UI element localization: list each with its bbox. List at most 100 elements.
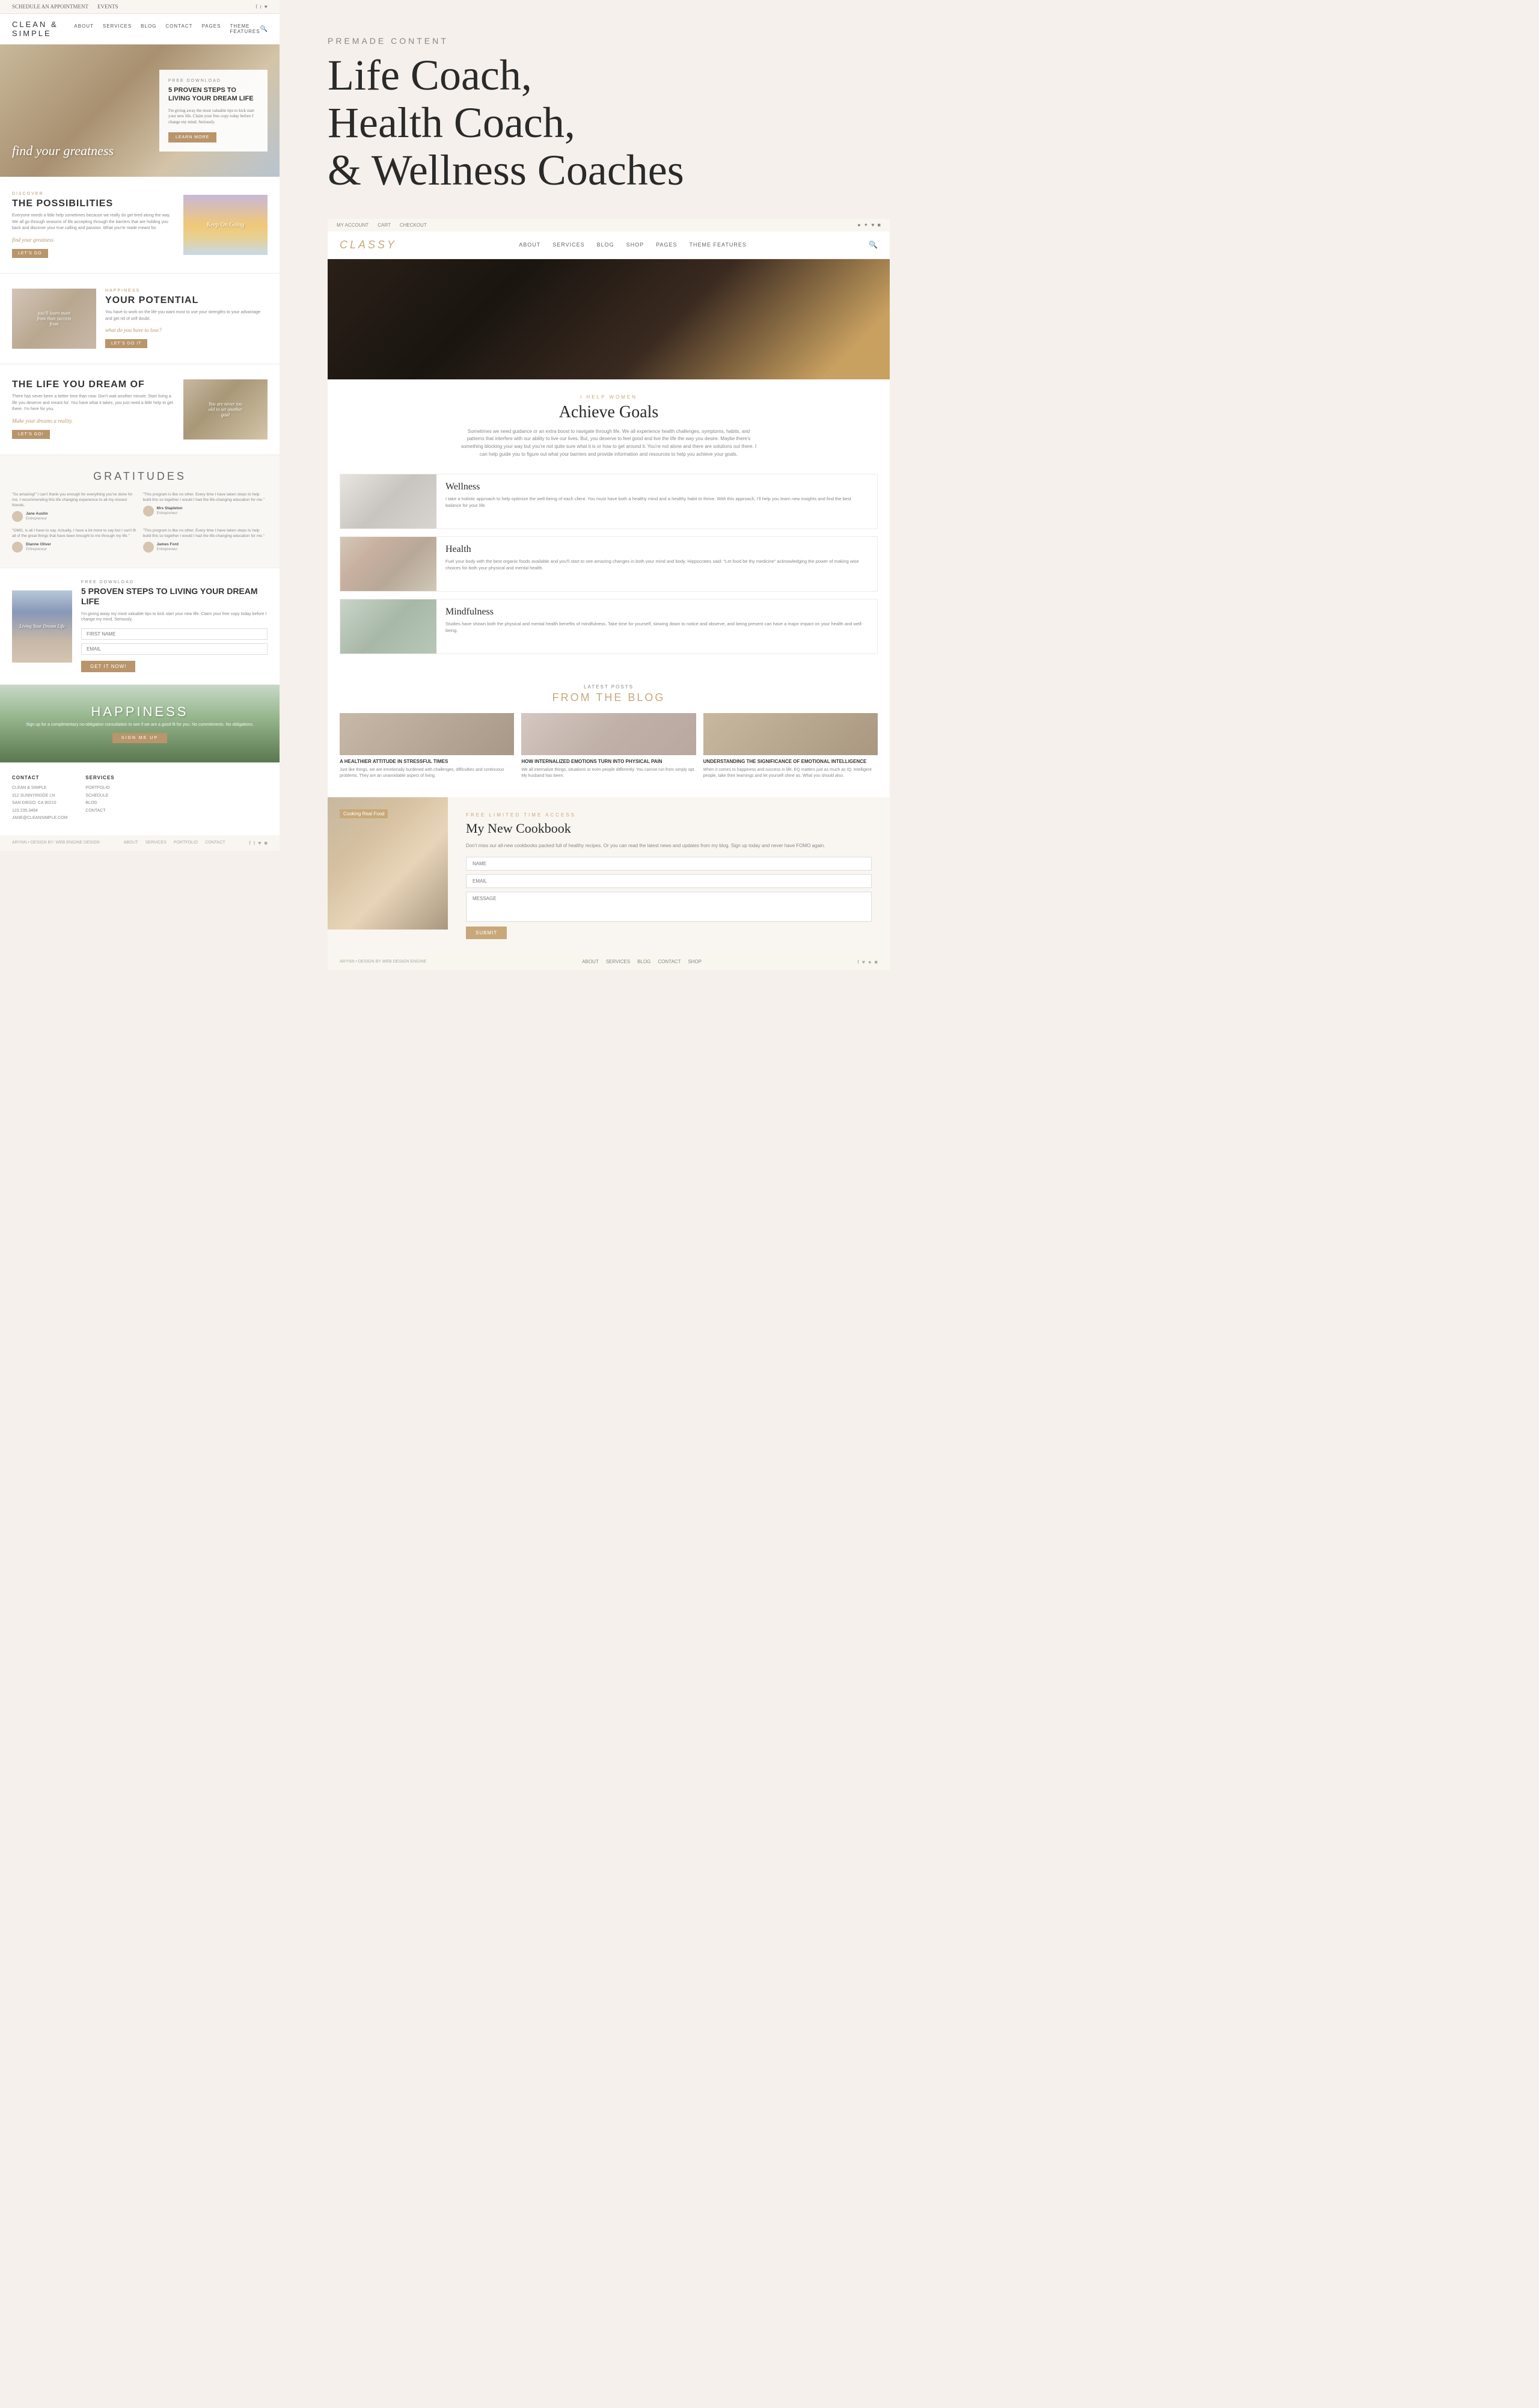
hero-download-box: FREE DOWNLOAD 5 PROVEN STEPS TO LIVING Y… bbox=[159, 70, 268, 152]
hero-free-label: FREE DOWNLOAD bbox=[168, 79, 259, 83]
footer-about-link[interactable]: ABOUT bbox=[124, 841, 138, 845]
classy-footer-about[interactable]: ABOUT bbox=[582, 959, 599, 964]
health-title: Health bbox=[445, 544, 868, 555]
footer-schedule[interactable]: SCHEDULE bbox=[85, 793, 114, 800]
classy-social-icons: ● ✦ ♥ ■ bbox=[857, 222, 881, 228]
premade-title-line2: Health Coach, bbox=[328, 99, 575, 147]
search-icon[interactable]: 🔍 bbox=[260, 26, 268, 32]
wellness-image bbox=[340, 474, 436, 528]
blog-title: FROM THE BLOG bbox=[340, 691, 878, 704]
author-2-name: Mrs Stapleton bbox=[157, 506, 183, 511]
possibilities-btn[interactable]: LET'S GO bbox=[12, 249, 48, 258]
cta-free-label: FREE DOWNLOAD bbox=[81, 580, 268, 584]
possibilities-content: DISCOVER THE POSSIBILITIES Everyone need… bbox=[12, 192, 174, 258]
nav-services[interactable]: SERVICES bbox=[103, 23, 132, 34]
classy-checkout[interactable]: CHECKOUT bbox=[400, 222, 427, 228]
nav-pages[interactable]: PAGES bbox=[201, 23, 221, 34]
classy-nav-pages[interactable]: PAGES bbox=[656, 242, 677, 248]
nav-blog[interactable]: BLOG bbox=[141, 23, 156, 34]
cookbook-section: Cooking Real Food FREE LIMITED TIME ACCE… bbox=[328, 797, 890, 954]
classy-footer-copyright: ARYNN • DESIGN BY WEB DESIGN ENGINE bbox=[340, 960, 426, 964]
avatar-1 bbox=[12, 511, 23, 522]
cookbook-name-input[interactable] bbox=[466, 857, 872, 871]
cookbook-badge: Cooking Real Food bbox=[340, 809, 388, 818]
premade-title-line3: & Wellness Coaches bbox=[328, 146, 684, 194]
cta-first-name-input[interactable] bbox=[81, 628, 268, 640]
right-panel: PREMADE CONTENT Life Coach, Health Coach… bbox=[280, 0, 938, 994]
author-3-name: Dianne Oliver bbox=[26, 542, 51, 547]
hero-box-title: 5 PROVEN STEPS TO LIVING YOUR DREAM LIFE bbox=[168, 86, 259, 103]
cookbook-email-input[interactable] bbox=[466, 874, 872, 888]
classy-footer-blog[interactable]: BLOG bbox=[637, 959, 650, 964]
classy-nav-theme[interactable]: THEME FEATURES bbox=[690, 242, 747, 248]
dream-btn[interactable]: LET'S GO! bbox=[12, 430, 50, 439]
hero-box-text: I'm giving away the most valuable tips t… bbox=[168, 108, 259, 126]
classy-logo: CLASSY bbox=[340, 239, 397, 251]
possibilities-italic: find your greatness bbox=[12, 237, 174, 243]
classy-footer-services[interactable]: SERVICES bbox=[606, 959, 630, 964]
potential-section: HAPPINESS YOUR POTENTIAL You have to wor… bbox=[0, 274, 280, 364]
classy-cart[interactable]: CART bbox=[378, 222, 391, 228]
blog-card-1-title: A HEALTHIER ATTITUDE IN STRESSFUL TIMES bbox=[340, 759, 514, 765]
potential-italic: what do you have to lose? bbox=[105, 327, 268, 333]
footer-contact-link[interactable]: CONTACT bbox=[85, 808, 114, 815]
cookbook-submit-button[interactable]: SUBMIT bbox=[466, 927, 507, 939]
classy-nav-services[interactable]: SERVICES bbox=[552, 242, 584, 248]
author-1-role: Entrepreneur bbox=[26, 516, 48, 521]
schedule-link[interactable]: SCHEDULE AN APPOINTMENT bbox=[12, 4, 88, 10]
dream-img-text: You are never too old to set another goa… bbox=[204, 398, 246, 420]
gratitudes-section: GRATITUDES "So amazing!" I can't thank y… bbox=[0, 455, 280, 568]
classy-footer-contact[interactable]: CONTACT bbox=[658, 959, 681, 964]
nav-about[interactable]: ABOUT bbox=[74, 23, 94, 34]
footer-company: CLEAN & SIMPLE bbox=[12, 785, 67, 792]
classy-footer-links: ABOUT SERVICES BLOG CONTACT SHOP bbox=[582, 959, 702, 964]
footer-contact-footer-link[interactable]: CONTACT bbox=[205, 841, 225, 845]
footer-contact-label: CONTACT bbox=[12, 775, 67, 780]
classy-footer-shop[interactable]: SHOP bbox=[688, 959, 702, 964]
wellness-title: Wellness bbox=[445, 482, 868, 492]
testimonial-2-author: Mrs Stapleton Entrepreneur bbox=[143, 506, 268, 516]
possibilities-image: Keep On Going bbox=[183, 195, 268, 255]
potential-text: You have to work on the life you want mo… bbox=[105, 310, 268, 322]
possibilities-title: THE POSSIBILITIES bbox=[12, 198, 174, 209]
footer-portfolio[interactable]: PORTFOLIO bbox=[85, 785, 114, 792]
classy-search-icon[interactable]: 🔍 bbox=[869, 240, 878, 250]
cta-submit-button[interactable]: GET IT NOW! bbox=[81, 661, 135, 672]
testimonial-1-author: Jane Austin Entrepreneur bbox=[12, 511, 137, 522]
testimonial-4: "This program is like no other. Every ti… bbox=[143, 528, 268, 553]
footer-portfolio-link[interactable]: PORTFOLIO bbox=[174, 841, 198, 845]
blog-card-3-text: When it comes to happiness and success i… bbox=[703, 767, 878, 779]
premade-label: PREMADE CONTENT bbox=[328, 36, 890, 46]
classy-nav-shop[interactable]: SHOP bbox=[626, 242, 644, 248]
footer-social-icons: f t ♥ ■ bbox=[249, 840, 268, 846]
classy-nav-blog[interactable]: BLOG bbox=[597, 242, 614, 248]
classy-my-account[interactable]: MY ACCOUNT bbox=[337, 222, 369, 228]
cookbook-title: My New Cookbook bbox=[466, 821, 872, 836]
potential-btn[interactable]: LET'S DO IT bbox=[105, 339, 147, 348]
events-link[interactable]: EVENTS bbox=[97, 4, 118, 10]
mindfulness-content: Mindfulness Studies have shown both the … bbox=[436, 599, 877, 654]
hero-italic-text: find your greatness bbox=[12, 143, 114, 159]
left-panel: SCHEDULE AN APPOINTMENT EVENTS f t ♥ CLE… bbox=[0, 0, 280, 851]
cta-email-input[interactable] bbox=[81, 643, 268, 655]
left-footer-bottom: ARYNN • DESIGN BY: WEB ENGINE DESIGN ABO… bbox=[0, 835, 280, 851]
nav-theme[interactable]: THEME FEATURES bbox=[230, 23, 260, 34]
testimonial-4-text: "This program is like no other. Every ti… bbox=[143, 528, 268, 539]
happiness-title: HAPPINESS bbox=[91, 704, 189, 720]
happiness-signup-button[interactable]: SIGN ME UP bbox=[112, 733, 167, 743]
footer-email[interactable]: JANE@CLEANSIMPLE.COM bbox=[12, 815, 67, 822]
service-card-mindfulness: Mindfulness Studies have shown both the … bbox=[340, 599, 878, 654]
author-1-name: Jane Austin bbox=[26, 511, 48, 516]
cookbook-message-input[interactable] bbox=[466, 892, 872, 922]
footer-phone: 123.235.3464 bbox=[12, 808, 67, 815]
footer-services-link[interactable]: SERVICES bbox=[145, 841, 167, 845]
footer-blog[interactable]: BLOG bbox=[85, 800, 114, 807]
wellness-content: Wellness I take a holistic approach to h… bbox=[436, 474, 877, 528]
cta-title: 5 PROVEN STEPS TO LIVING YOUR DREAM LIFE bbox=[81, 586, 268, 607]
classy-nav-about[interactable]: ABOUT bbox=[519, 242, 540, 248]
hero-learn-more-button[interactable]: LEARN MORE bbox=[168, 132, 216, 142]
nav-contact[interactable]: CONTACT bbox=[165, 23, 192, 34]
health-text: Fuel your body with the best organic foo… bbox=[445, 558, 868, 572]
testimonial-1: "So amazing!" I can't thank you enough f… bbox=[12, 492, 137, 522]
classy-main-nav: CLASSY ABOUT SERVICES BLOG SHOP PAGES TH… bbox=[328, 231, 890, 259]
